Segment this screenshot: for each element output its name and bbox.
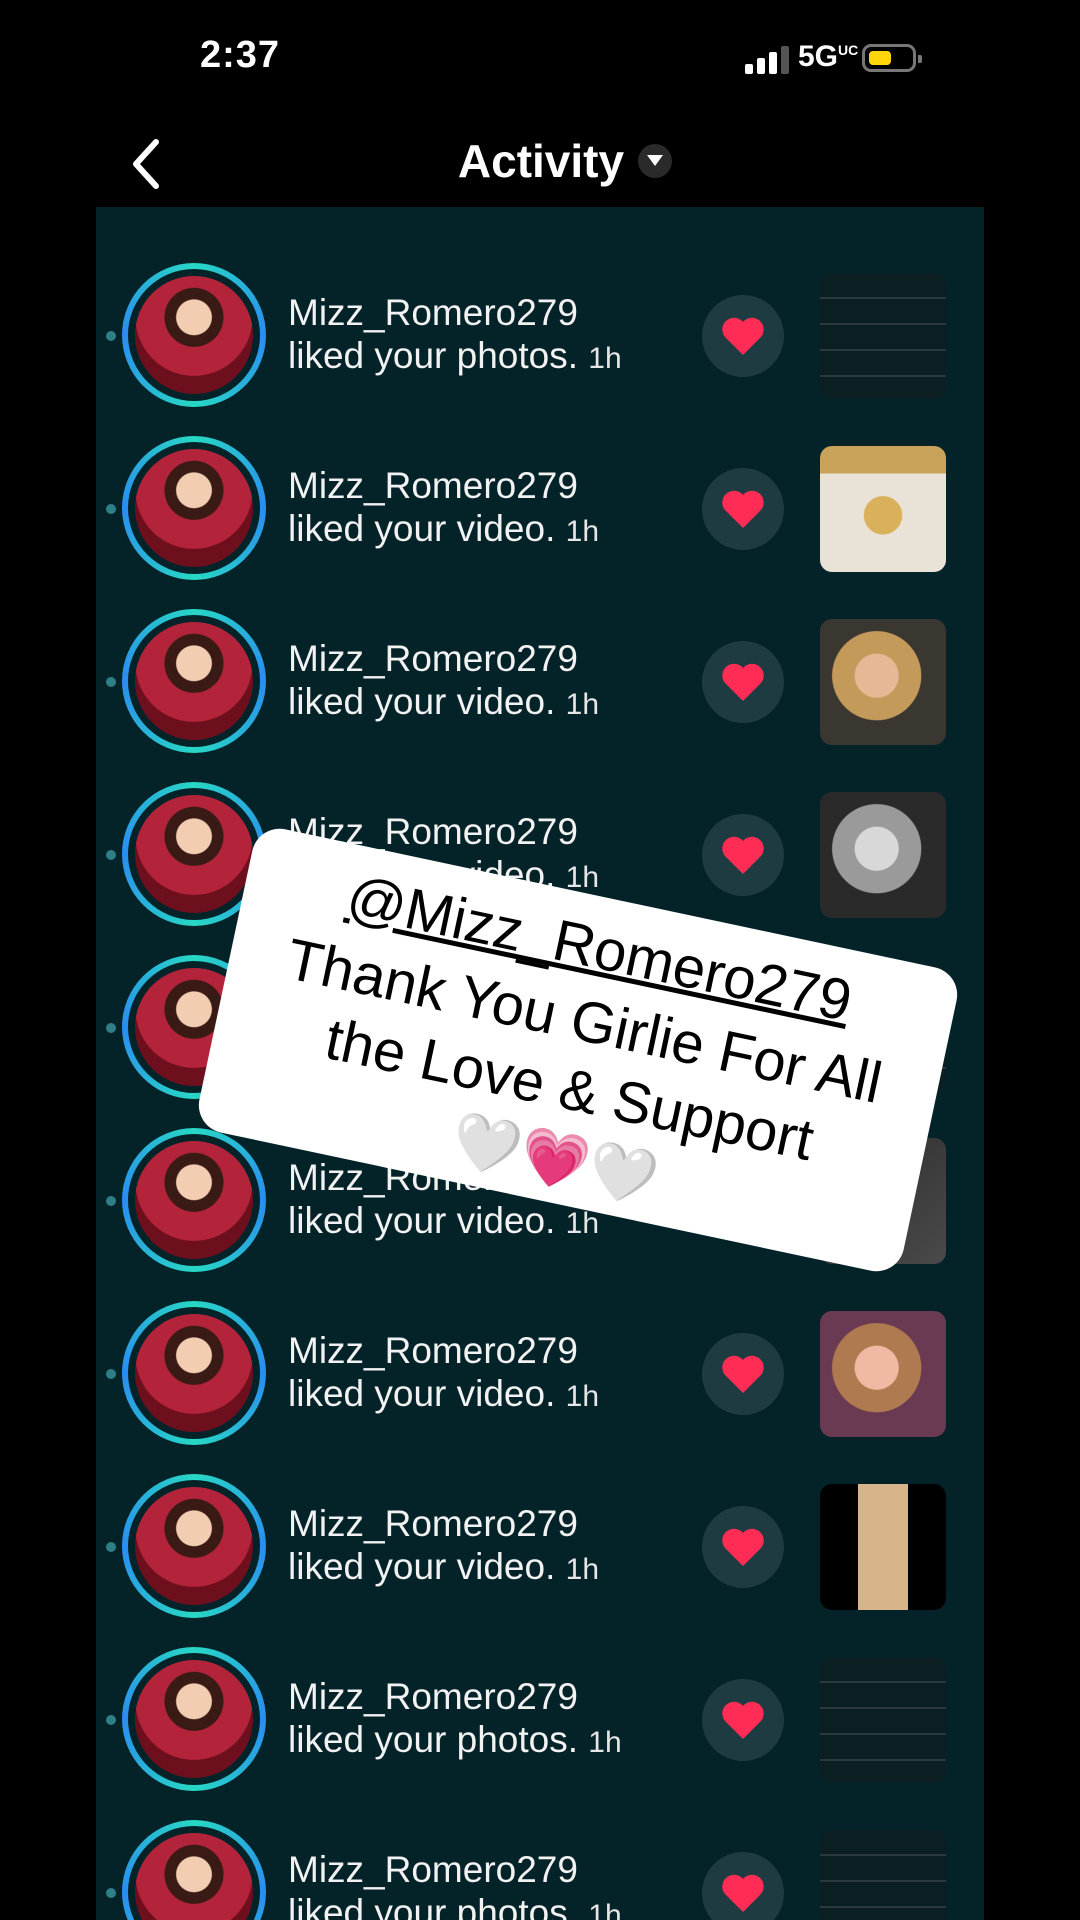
activity-filter-dropdown[interactable]: Activity (457, 134, 673, 188)
unread-dot (106, 1715, 116, 1725)
post-thumbnail[interactable] (820, 446, 946, 572)
avatar[interactable] (122, 1474, 266, 1618)
activity-text[interactable]: Mizz_Romero279 liked your video. 1h (288, 464, 599, 553)
post-thumbnail[interactable] (820, 273, 946, 399)
header: Activity (0, 120, 1080, 208)
heart-icon (722, 1701, 764, 1739)
like-button[interactable] (702, 295, 784, 377)
activity-row[interactable]: Mizz_Romero279 liked your video. 1h (96, 1454, 984, 1627)
heart-icon (722, 1528, 764, 1566)
post-thumbnail[interactable] (820, 1830, 946, 1920)
activity-time: 1h (588, 1726, 622, 1759)
avatar[interactable] (122, 1820, 266, 1920)
activity-action: liked your video. (288, 508, 556, 549)
activity-time: 1h (565, 688, 600, 721)
activity-row[interactable]: Mizz_Romero279 liked your video. 1h (96, 1281, 984, 1454)
activity-action: liked your video. (288, 1200, 556, 1241)
like-button[interactable] (702, 641, 784, 723)
unread-dot (106, 1023, 116, 1033)
unread-dot (106, 1369, 116, 1379)
activity-row[interactable]: Mizz_Romero279 liked your video. 1h (96, 416, 984, 589)
heart-icon (722, 490, 764, 528)
page-title: Activity (457, 135, 625, 187)
status-bar: 2:37 5GUC (0, 0, 1080, 120)
avatar[interactable] (122, 1301, 266, 1445)
activity-text[interactable]: Mizz_Romero279 liked your video. 1h (288, 1502, 599, 1591)
username[interactable]: Mizz_Romero279 (288, 1502, 599, 1545)
unread-dot (106, 504, 116, 514)
activity-time: 1h (588, 342, 622, 375)
activity-row[interactable]: Mizz_Romero279 liked your photos. 1h (96, 1800, 984, 1920)
username[interactable]: Mizz_Romero279 (288, 464, 599, 507)
activity-time: 1h (565, 1553, 600, 1586)
like-button[interactable] (702, 1333, 784, 1415)
username[interactable]: Mizz_Romero279 (288, 637, 599, 680)
activity-text[interactable]: Mizz_Romero279 liked your video. 1h (288, 1329, 599, 1418)
avatar[interactable] (122, 609, 266, 753)
like-button[interactable] (702, 1679, 784, 1761)
like-button[interactable] (702, 1852, 784, 1920)
heart-icon (722, 1355, 764, 1393)
username[interactable]: Mizz_Romero279 (288, 1329, 599, 1372)
post-thumbnail[interactable] (820, 1657, 946, 1783)
heart-icon (722, 1874, 764, 1912)
username[interactable]: Mizz_Romero279 (288, 1675, 622, 1718)
status-time: 2:37 (200, 34, 281, 76)
unread-dot (106, 1888, 116, 1898)
caret-down-icon (638, 144, 673, 178)
activity-row[interactable]: Mizz_Romero279 liked your photos. 1h (96, 1627, 984, 1800)
avatar[interactable] (122, 1128, 266, 1272)
post-thumbnail[interactable] (820, 1484, 946, 1610)
unread-dot (106, 1196, 116, 1206)
unread-dot (106, 677, 116, 687)
username[interactable]: Mizz_Romero279 (288, 1848, 622, 1891)
activity-action: liked your video. (288, 1373, 556, 1414)
unread-dot (106, 850, 116, 860)
heart-icon (722, 663, 764, 701)
post-thumbnail[interactable] (820, 619, 946, 745)
avatar[interactable] (122, 1647, 266, 1791)
activity-text[interactable]: Mizz_Romero279 liked your photos. 1h (288, 1848, 622, 1920)
page-title-wrapper: Activity (0, 134, 1080, 188)
unread-dot (106, 1542, 116, 1552)
activity-text[interactable]: Mizz_Romero279 liked your video. 1h (288, 637, 599, 726)
like-button[interactable] (702, 1506, 784, 1588)
activity-action: liked your photos. (288, 335, 579, 376)
activity-time: 1h (565, 1380, 600, 1413)
activity-action: liked your video. (288, 681, 556, 722)
activity-row[interactable]: Mizz_Romero279 liked your photos. 1h (96, 243, 984, 416)
post-thumbnail[interactable] (820, 1311, 946, 1437)
activity-row[interactable]: Mizz_Romero279 liked your video. 1h (96, 589, 984, 762)
username[interactable]: Mizz_Romero279 (288, 291, 622, 334)
activity-action: liked your photos. (288, 1719, 579, 1760)
heart-icon (722, 836, 764, 874)
heart-icon (722, 317, 764, 355)
like-button[interactable] (702, 468, 784, 550)
activity-text[interactable]: Mizz_Romero279 liked your photos. 1h (288, 291, 622, 380)
unread-dot (106, 331, 116, 341)
activity-time: 1h (588, 1899, 622, 1920)
network-label: 5GUC (798, 40, 859, 73)
activity-text[interactable]: Mizz_Romero279 liked your photos. 1h (288, 1675, 622, 1764)
activity-action: liked your video. (288, 1546, 556, 1587)
signal-icon (745, 46, 791, 74)
avatar[interactable] (122, 436, 266, 580)
activity-time: 1h (565, 515, 600, 548)
activity-action: liked your photos. (288, 1892, 579, 1920)
avatar[interactable] (122, 263, 266, 407)
post-thumbnail[interactable] (820, 792, 946, 918)
like-button[interactable] (702, 814, 784, 896)
battery-icon (862, 44, 922, 72)
